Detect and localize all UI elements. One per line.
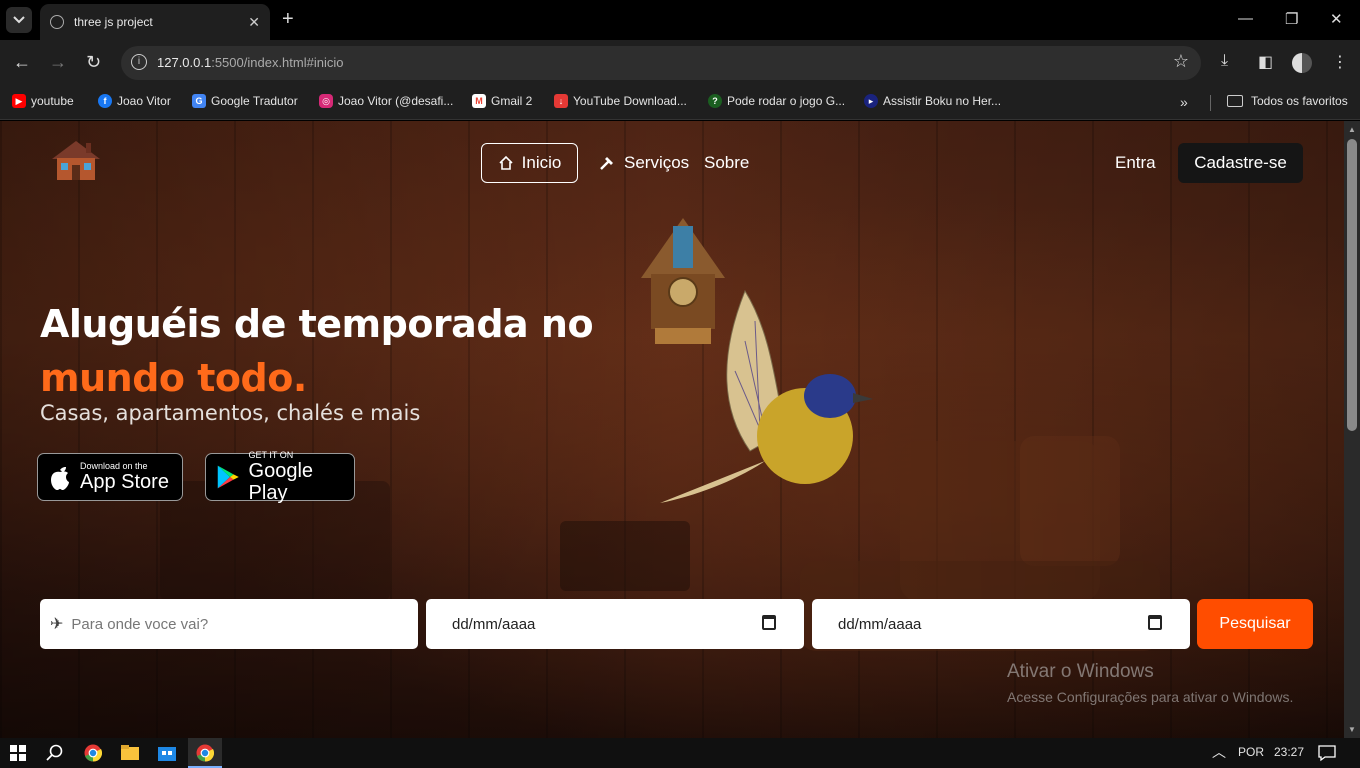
download-icon[interactable]: ⤓ xyxy=(1221,52,1228,70)
side-panel-icon[interactable]: ◧ xyxy=(1258,52,1273,72)
forward-button[interactable]: → xyxy=(49,52,67,72)
chrome-icon xyxy=(196,744,214,762)
url-text: 127.0.0.1:5500/index.html#inicio xyxy=(157,55,344,70)
calendar-icon[interactable] xyxy=(1148,615,1162,630)
globe-icon xyxy=(50,15,64,29)
chrome-active-window[interactable] xyxy=(188,738,222,768)
nav-inicio-button[interactable]: Inicio xyxy=(481,143,578,183)
page-scrollbar[interactable]: ▲ ▼ xyxy=(1344,121,1360,738)
bookmark-pode-rodar[interactable]: ? Pode rodar o jogo G... xyxy=(708,94,845,108)
calendar-icon[interactable] xyxy=(762,615,776,630)
notifications-icon[interactable] xyxy=(1318,745,1336,765)
gmail-icon: M xyxy=(472,94,486,108)
hammer-icon xyxy=(600,157,613,170)
game-icon: ? xyxy=(708,94,722,108)
signup-button[interactable]: Cadastre-se xyxy=(1178,143,1303,183)
clock-time[interactable]: 23:27 xyxy=(1274,745,1304,759)
checkin-date-input[interactable]: dd/mm/aaaa xyxy=(426,599,804,649)
back-button[interactable]: ← xyxy=(13,52,31,72)
bookmark-google-tradutor[interactable]: G Google Tradutor xyxy=(192,94,298,108)
chrome-icon[interactable] xyxy=(84,744,102,764)
windows-start-icon[interactable] xyxy=(10,745,26,765)
browser-tab-bar: three js project ✕ + — ❐ ✕ xyxy=(0,0,1360,40)
google-translate-icon: G xyxy=(192,94,206,108)
tab-search-button[interactable] xyxy=(6,7,32,33)
scroll-down-arrow[interactable]: ▼ xyxy=(1348,725,1356,734)
house-logo-icon[interactable] xyxy=(48,137,104,183)
address-bar[interactable]: i 127.0.0.1:5500/index.html#inicio ☆ xyxy=(121,46,1201,80)
close-window-button[interactable]: ✕ xyxy=(1330,10,1343,28)
google-play-icon xyxy=(217,465,239,489)
apple-icon xyxy=(51,467,69,490)
browser-tab[interactable]: three js project ✕ xyxy=(40,4,270,40)
hero-subtitle: Casas, apartamentos, chalés e mais xyxy=(40,401,421,425)
tab-title: three js project xyxy=(74,15,153,29)
bookmark-youtube-download[interactable]: ↓ YouTube Download... xyxy=(554,94,687,108)
hero-title: Aluguéis de temporada no mundo todo. xyxy=(40,297,594,405)
login-link[interactable]: Entra xyxy=(1115,153,1156,173)
file-explorer-icon[interactable] xyxy=(121,745,139,765)
app-store-badge[interactable]: Download on the App Store xyxy=(37,453,183,501)
all-bookmarks-folder[interactable]: Todos os favoritos xyxy=(1227,94,1348,108)
restore-button[interactable]: ❐ xyxy=(1285,10,1298,28)
more-bookmarks-icon[interactable]: » xyxy=(1180,94,1188,110)
scrollbar-thumb[interactable] xyxy=(1347,139,1357,431)
bookmark-instagram[interactable]: ◎ Joao Vitor (@desafi... xyxy=(319,94,453,108)
bookmarks-bar: ▶ youtube f Joao Vitor G Google Tradutor ◎ J… xyxy=(0,86,1360,120)
page-viewport: Inicio Serviços Sobre Entra Cadastre-se … xyxy=(0,121,1344,738)
home-icon xyxy=(499,155,513,170)
search-icon[interactable] xyxy=(46,744,64,764)
tray-chevron-up-icon[interactable]: ︿ xyxy=(1212,742,1226,762)
site-info-icon[interactable]: i xyxy=(131,54,147,70)
nav-servicos-link[interactable]: Serviços xyxy=(598,153,689,173)
folder-icon xyxy=(1227,95,1243,107)
youtube-icon: ▶ xyxy=(12,94,26,108)
google-play-badge[interactable]: GET IT ON Google Play xyxy=(205,450,355,504)
airplane-icon: ✈ xyxy=(50,616,64,633)
checkout-date-input[interactable]: dd/mm/aaaa xyxy=(812,599,1190,649)
scroll-up-arrow[interactable]: ▲ xyxy=(1348,125,1356,134)
profile-avatar[interactable] xyxy=(1292,53,1312,73)
bird-3d-model xyxy=(660,289,873,503)
close-tab-icon[interactable]: ✕ xyxy=(248,14,260,31)
browser-toolbar: ← → ↻ i 127.0.0.1:5500/index.html#inicio… xyxy=(0,40,1360,86)
language-indicator[interactable]: POR xyxy=(1238,745,1264,759)
bookmark-joao-vitor[interactable]: f Joao Vitor xyxy=(98,94,171,108)
search-button[interactable]: Pesquisar xyxy=(1197,599,1313,649)
store-icon[interactable] xyxy=(158,745,176,765)
bookmark-boku-no-hero[interactable]: ▸ Assistir Boku no Her... xyxy=(864,94,1001,108)
menu-icon[interactable]: ⋮ xyxy=(1332,52,1348,72)
facebook-icon: f xyxy=(98,94,112,108)
reload-button[interactable]: ↻ xyxy=(86,52,101,72)
hero-title-accent: mundo todo. xyxy=(40,356,307,400)
destination-input[interactable]: ✈ Para onde voce vai? xyxy=(40,599,418,649)
chevron-down-icon xyxy=(13,16,25,24)
windows-activation-watermark: Ativar o Windows Acesse Configurações pa… xyxy=(1007,661,1294,705)
bookmark-gmail[interactable]: M Gmail 2 xyxy=(472,94,532,108)
bookmark-star-icon[interactable]: ☆ xyxy=(1173,51,1189,72)
bookmarks-divider xyxy=(1210,95,1211,111)
download-icon: ↓ xyxy=(554,94,568,108)
play-icon: ▸ xyxy=(864,94,878,108)
new-tab-button[interactable]: + xyxy=(282,9,294,29)
windows-taskbar: ︿ POR 23:27 xyxy=(0,738,1360,768)
minimize-button[interactable]: — xyxy=(1238,10,1253,27)
instagram-icon: ◎ xyxy=(319,94,333,108)
nav-sobre-link[interactable]: Sobre xyxy=(704,153,749,173)
bookmark-youtube[interactable]: ▶ youtube xyxy=(12,94,74,108)
